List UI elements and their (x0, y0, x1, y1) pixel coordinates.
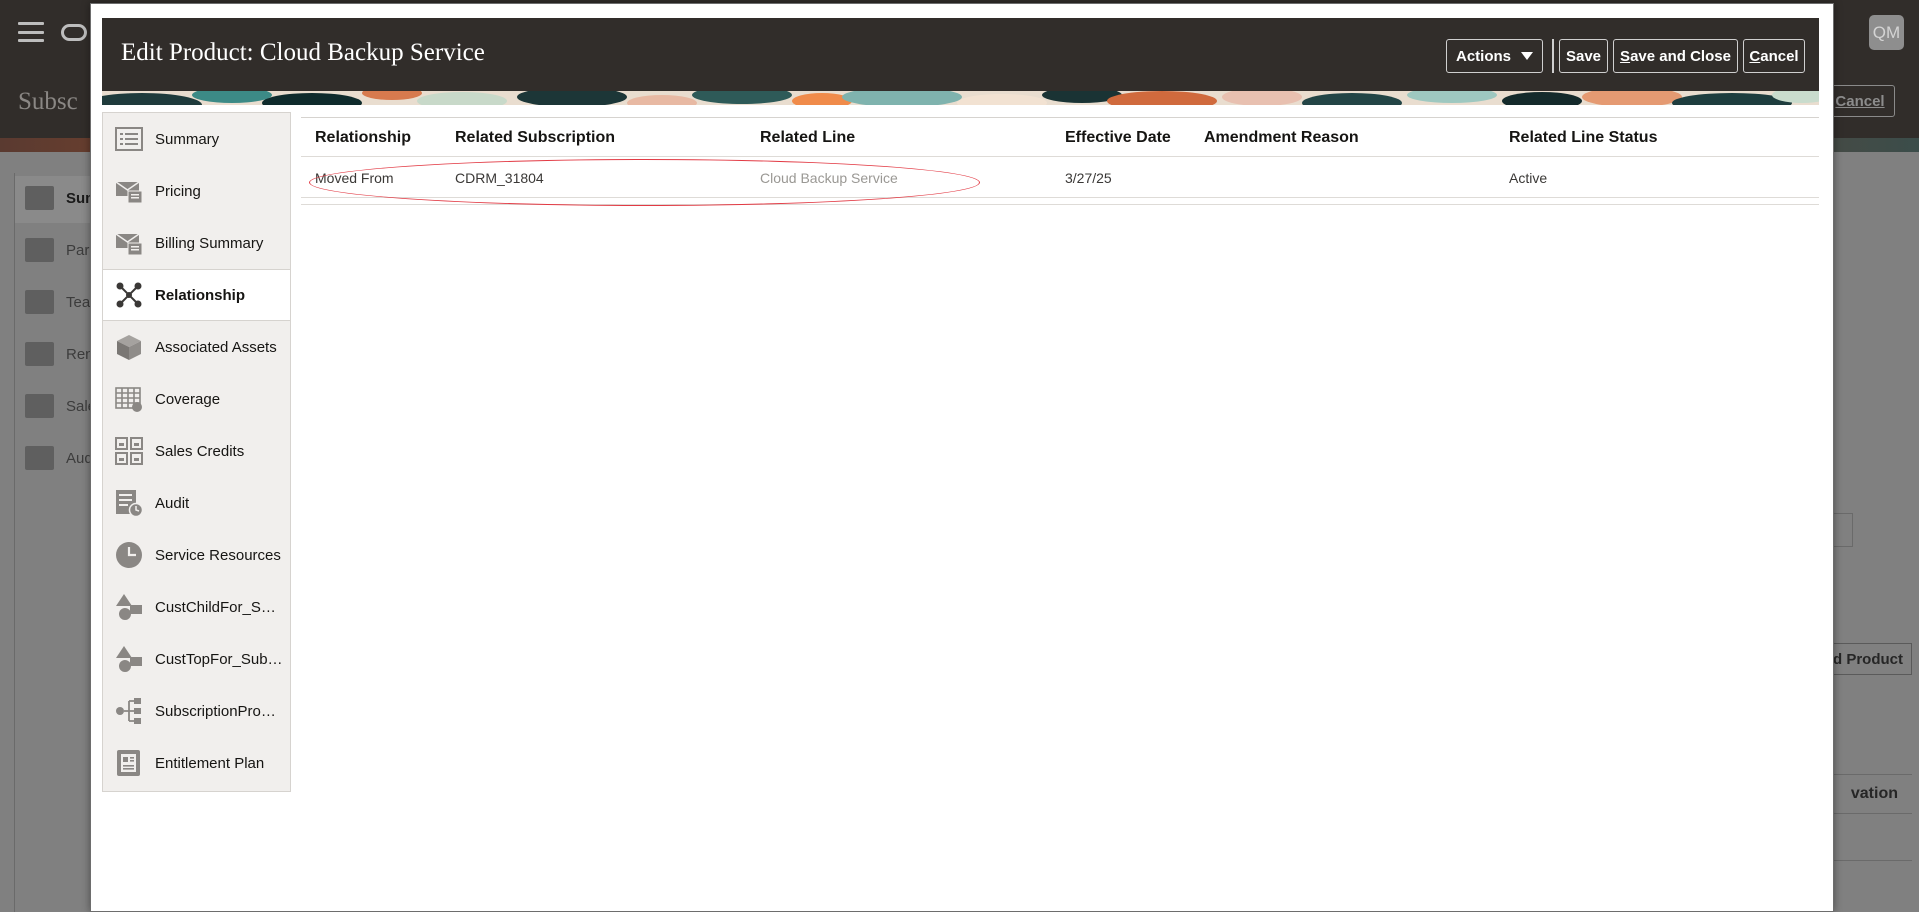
background-nav-item: Sum (25, 186, 99, 210)
shapes-icon (114, 645, 143, 674)
pricing-envelope-icon (114, 177, 143, 206)
section-sidenav: Summary Pricing Billing Summary Relation… (102, 112, 291, 792)
cell-relationship: Moved From (315, 170, 394, 186)
sidenav-item-summary[interactable]: Summary (103, 113, 290, 165)
sidenav-item-label: Summary (155, 130, 220, 148)
sidenav-item-label: Associated Assets (155, 338, 277, 356)
table-bottom-border (301, 204, 1819, 205)
table-top-border (301, 117, 1819, 118)
coverage-grid-icon (114, 385, 143, 414)
banner-pattern-icon (102, 91, 1819, 105)
background-nav-item: Par (25, 238, 89, 262)
cube-icon (114, 333, 143, 362)
sidenav-item-label: Sales Credits (155, 442, 245, 460)
column-header-amendment-reason[interactable]: Amendment Reason (1204, 129, 1359, 147)
sidenav-item-service-resources[interactable]: Service Resources (103, 529, 290, 581)
relationship-network-icon (114, 281, 143, 310)
background-nav-item: Tea (25, 290, 90, 314)
shapes-icon (114, 593, 143, 622)
sidenav-item-label: CustChildFor_S… (155, 598, 276, 616)
oracle-logo-icon (61, 24, 87, 41)
sidenav-item-label: CustTopFor_Sub… (155, 650, 283, 668)
background-nav-item: Ren (25, 342, 94, 366)
caret-down-icon (1521, 52, 1533, 60)
decorative-banner (102, 91, 1819, 105)
sidenav-item-sales-credits[interactable]: Sales Credits (103, 425, 290, 477)
clock-icon (114, 541, 143, 570)
save-and-close-button[interactable]: Save and Close (1613, 39, 1738, 73)
column-header-effective-date[interactable]: Effective Date (1065, 129, 1171, 147)
background-nav-item: Sale (25, 394, 96, 418)
table-row[interactable]: Moved From CDRM_31804 Cloud Backup Servi… (301, 158, 1819, 198)
sidenav-item-associated-assets[interactable]: Associated Assets (103, 321, 290, 373)
background-cancel-button: Cancel (1825, 85, 1895, 117)
background-add-product-button: d Product (1832, 643, 1912, 675)
background-activation-header: vation (1832, 774, 1912, 814)
column-header-related-line-status[interactable]: Related Line Status (1509, 129, 1657, 147)
dialog-title: Edit Product: Cloud Backup Service (121, 39, 485, 66)
button-separator (1552, 39, 1554, 73)
cell-related-subscription: CDRM_31804 (455, 170, 544, 186)
sales-credits-icon (114, 437, 143, 466)
cell-effective-date: 3/27/25 (1065, 170, 1112, 186)
table-header-row: Relationship Related Subscription Relate… (301, 119, 1819, 157)
user-avatar: QM (1869, 15, 1904, 50)
entitlement-icon (114, 749, 143, 778)
sidenav-item-label: Coverage (155, 390, 221, 408)
sidenav-item-coverage[interactable]: Coverage (103, 373, 290, 425)
cell-related-line-link[interactable]: Cloud Backup Service (760, 170, 898, 186)
sidenav-item-label: Billing Summary (155, 234, 264, 252)
sidenav-item-subscriptionpro[interactable]: SubscriptionPro… (103, 685, 290, 737)
background-nav-item: Aud (25, 446, 93, 470)
hamburger-menu-icon (18, 22, 44, 42)
background-field (1833, 513, 1853, 547)
sidenav-item-label: Entitlement Plan (155, 754, 265, 772)
sidenav-item-pricing[interactable]: Pricing (103, 165, 290, 217)
sidenav-item-label: SubscriptionPro… (155, 702, 276, 720)
sidenav-item-label: Relationship (155, 286, 246, 304)
background-page-title: Subsc (18, 88, 78, 115)
column-header-related-subscription[interactable]: Related Subscription (455, 129, 615, 147)
background-divider (1832, 860, 1912, 861)
sidenav-item-relationship[interactable]: Relationship (103, 269, 290, 321)
audit-icon (25, 446, 54, 470)
sidenav-item-label: Audit (155, 494, 190, 512)
cancel-button[interactable]: Cancel (1743, 39, 1805, 73)
sidenav-item-entitlement-plan[interactable]: Entitlement Plan (103, 737, 290, 789)
save-button[interactable]: Save (1559, 39, 1608, 73)
column-header-related-line[interactable]: Related Line (760, 129, 855, 147)
sidenav-item-custchildfor[interactable]: CustChildFor_S… (103, 581, 290, 633)
hierarchy-icon (114, 697, 143, 726)
edit-product-dialog: Edit Product: Cloud Backup Service Actio… (90, 3, 1834, 912)
billing-envelope-icon (114, 229, 143, 258)
parties-icon (25, 238, 54, 262)
sidenav-item-billing-summary[interactable]: Billing Summary (103, 217, 290, 269)
cell-related-line-status: Active (1509, 170, 1548, 186)
summary-icon (25, 186, 54, 210)
audit-clock-icon (114, 489, 143, 518)
column-header-relationship[interactable]: Relationship (315, 129, 411, 147)
sidenav-item-custtopfor[interactable]: CustTopFor_Sub… (103, 633, 290, 685)
sales-credits-icon (25, 394, 54, 418)
sidenav-item-audit[interactable]: Audit (103, 477, 290, 529)
summary-list-icon (114, 125, 143, 154)
actions-menu-button[interactable]: Actions (1446, 39, 1543, 73)
sidenav-item-label: Pricing (155, 182, 201, 200)
sidenav-item-label: Service Resources (155, 546, 281, 564)
renewal-icon (25, 342, 54, 366)
team-icon (25, 290, 54, 314)
dialog-header: Edit Product: Cloud Backup Service Actio… (102, 18, 1819, 91)
